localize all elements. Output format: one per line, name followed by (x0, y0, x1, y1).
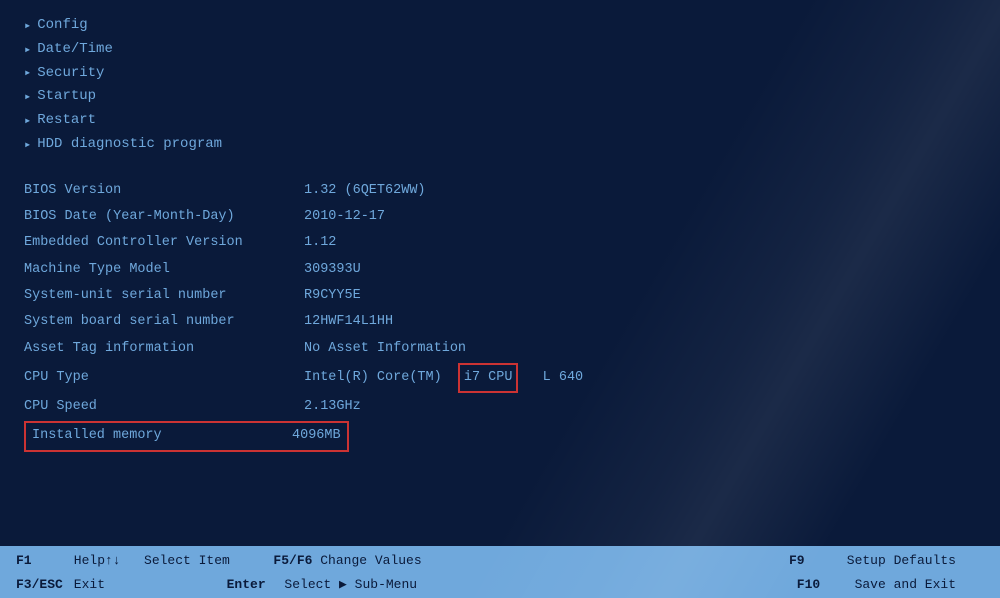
nav-arrow: ▸ (24, 40, 31, 60)
f10-key[interactable]: F10 (797, 577, 847, 592)
f3esc-desc: Exit (66, 577, 199, 592)
bios-screen: ▸ Config ▸ Date/Time ▸ Security ▸ Startu… (0, 0, 1000, 598)
f1-key[interactable]: F1 (16, 553, 66, 568)
cpu-type-row: CPU Type Intel(R) Core(TM) i7 CPU L 640 (24, 363, 976, 393)
nav-item-startup[interactable]: ▸ Startup (24, 85, 976, 109)
nav-item-restart[interactable]: ▸ Restart (24, 109, 976, 133)
info-value: 1.12 (304, 231, 336, 255)
main-content: ▸ Config ▸ Date/Time ▸ Security ▸ Startu… (0, 0, 1000, 546)
f1-desc: Help↑↓ Select Item (66, 553, 230, 568)
cpu-type-highlight: i7 CPU (458, 363, 519, 393)
function-row-1: F1 Help↑↓ Select Item F5/F6 Change Value… (0, 548, 1000, 572)
nav-arrow: ▸ (24, 16, 31, 36)
info-value: 2010-12-17 (304, 205, 385, 229)
cpu-type-label: CPU Type (24, 366, 304, 390)
info-label: BIOS Version (24, 179, 304, 203)
cpu-speed-label: CPU Speed (24, 395, 304, 419)
table-row: BIOS Version 1.32 (6QET62WW) (24, 179, 976, 203)
nav-item-hdd[interactable]: ▸ HDD diagnostic program (24, 133, 976, 157)
table-row: Machine Type Model 309393U (24, 258, 976, 282)
cpu-speed-row: CPU Speed 2.13GHz (24, 395, 976, 419)
table-row: Embedded Controller Version 1.12 (24, 231, 976, 255)
nav-arrow: ▸ (24, 111, 31, 131)
info-label: Embedded Controller Version (24, 231, 304, 255)
enter-key[interactable]: Enter (227, 577, 277, 592)
f5f6-key[interactable]: F5/F6 (258, 553, 313, 568)
f10-desc: Save and Exit (847, 577, 956, 592)
info-label: BIOS Date (Year-Month-Day) (24, 205, 304, 229)
cpu-speed-value: 2.13GHz (304, 395, 361, 419)
nav-label: Security (37, 62, 104, 86)
nav-arrow: ▸ (24, 135, 31, 155)
nav-arrow: ▸ (24, 87, 31, 107)
enter-desc: Select ▶ Sub-Menu (277, 577, 417, 592)
cpu-type-pre: Intel(R) Core(TM) (304, 366, 442, 390)
info-value: No Asset Information (304, 337, 466, 361)
table-row: System-unit serial number R9CYY5E (24, 284, 976, 308)
table-row: BIOS Date (Year-Month-Day) 2010-12-17 (24, 205, 976, 229)
info-label: System-unit serial number (24, 284, 304, 308)
info-label: Machine Type Model (24, 258, 304, 282)
table-row: System board serial number 12HWF14L1HH (24, 310, 976, 334)
f3esc-key[interactable]: F3/ESC (16, 577, 66, 592)
nav-label: Restart (37, 109, 96, 133)
nav-menu: ▸ Config ▸ Date/Time ▸ Security ▸ Startu… (24, 14, 976, 157)
info-value: 1.32 (6QET62WW) (304, 179, 426, 203)
installed-memory-label: Installed memory (32, 424, 292, 448)
table-row: Asset Tag information No Asset Informati… (24, 337, 976, 361)
function-row-2: F3/ESC Exit Enter Select ▶ Sub-Menu F10 … (0, 572, 1000, 596)
function-bar: F1 Help↑↓ Select Item F5/F6 Change Value… (0, 546, 1000, 598)
nav-label: Date/Time (37, 38, 113, 62)
nav-arrow: ▸ (24, 63, 31, 83)
nav-label: Startup (37, 85, 96, 109)
nav-label: HDD diagnostic program (37, 133, 222, 157)
installed-memory-row: Installed memory 4096MB (24, 421, 976, 451)
installed-memory-value: 4096MB (292, 424, 341, 448)
info-value: 12HWF14L1HH (304, 310, 393, 334)
nav-item-config[interactable]: ▸ Config (24, 14, 976, 38)
info-value: R9CYY5E (304, 284, 361, 308)
info-label: System board serial number (24, 310, 304, 334)
nav-item-datetime[interactable]: ▸ Date/Time (24, 38, 976, 62)
f9-desc: Setup Defaults (839, 553, 956, 568)
nav-item-security[interactable]: ▸ Security (24, 62, 976, 86)
cpu-type-value: Intel(R) Core(TM) i7 CPU L 640 (304, 363, 583, 393)
cpu-type-post: L 640 (543, 366, 584, 390)
f5f6-desc: Change Values (312, 553, 421, 568)
nav-label: Config (37, 14, 87, 38)
info-table: BIOS Version 1.32 (6QET62WW) BIOS Date (… (24, 179, 976, 452)
installed-memory-highlight: Installed memory 4096MB (24, 421, 349, 451)
info-value: 309393U (304, 258, 361, 282)
info-label: Asset Tag information (24, 337, 304, 361)
f9-key[interactable]: F9 (789, 553, 839, 568)
